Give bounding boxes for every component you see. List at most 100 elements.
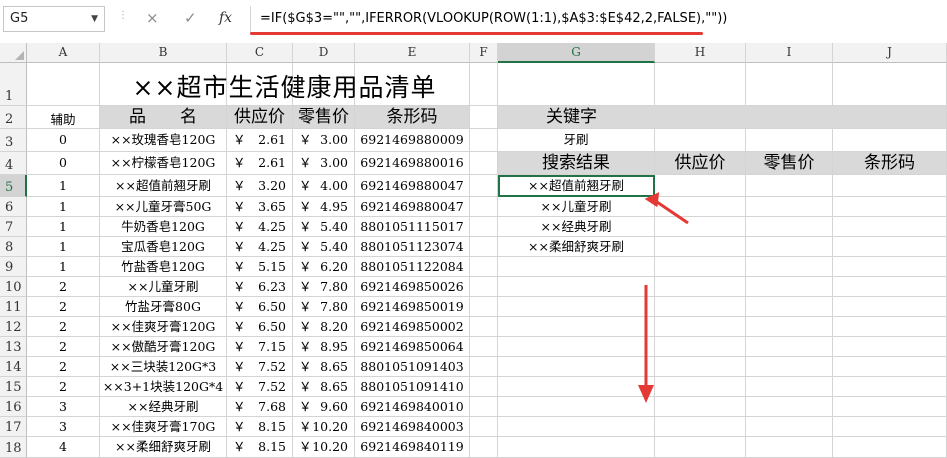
product-name-cell[interactable]: ××三块装120G*3 bbox=[100, 357, 227, 377]
supply-price-cell[interactable]: ￥ 6.50 bbox=[227, 317, 293, 337]
grid-cell[interactable] bbox=[833, 197, 947, 217]
row-header[interactable]: 11 bbox=[0, 297, 27, 317]
retail-price-cell[interactable]: ￥ 3.00 bbox=[293, 152, 355, 175]
grid-cell[interactable] bbox=[746, 175, 833, 197]
retail-price-cell[interactable]: ￥ 4.00 bbox=[293, 175, 355, 197]
header-name[interactable]: 品 名 bbox=[100, 106, 227, 129]
retail-price-cell[interactable]: ￥ 8.65 bbox=[293, 357, 355, 377]
barcode-cell[interactable]: 6921469850064 bbox=[355, 337, 470, 357]
grid-cell[interactable] bbox=[655, 357, 746, 377]
barcode-cell[interactable]: 8801051091410 bbox=[355, 377, 470, 397]
row-header[interactable]: 18 bbox=[0, 437, 27, 458]
row-header[interactable]: 13 bbox=[0, 337, 27, 357]
barcode-cell[interactable]: 6921469850002 bbox=[355, 317, 470, 337]
header-barcode[interactable]: 条形码 bbox=[355, 106, 470, 129]
grid-cell[interactable] bbox=[833, 175, 947, 197]
aux-cell[interactable]: 1 bbox=[27, 217, 100, 237]
grid-cell[interactable] bbox=[833, 237, 947, 257]
grid-cell[interactable] bbox=[655, 237, 746, 257]
aux-cell[interactable]: 3 bbox=[27, 397, 100, 417]
supply-price-cell[interactable]: ￥ 6.50 bbox=[227, 297, 293, 317]
grid-cell[interactable] bbox=[498, 317, 655, 337]
grid-cell[interactable] bbox=[498, 437, 655, 458]
row-header[interactable]: 8 bbox=[0, 237, 27, 257]
grid-cell[interactable] bbox=[498, 277, 655, 297]
column-header[interactable]: B bbox=[100, 43, 227, 63]
row-header[interactable]: 3 bbox=[0, 129, 27, 152]
grip-icon[interactable]: ⋮ bbox=[118, 11, 128, 28]
grid-cell[interactable] bbox=[655, 277, 746, 297]
column-header[interactable]: F bbox=[470, 43, 498, 63]
aux-cell[interactable]: 1 bbox=[27, 257, 100, 277]
grid-cell[interactable] bbox=[746, 197, 833, 217]
product-name-cell[interactable]: ××柔细舒爽牙刷 bbox=[100, 437, 227, 458]
grid-cell[interactable] bbox=[498, 417, 655, 437]
header-aux[interactable]: 辅助 bbox=[27, 106, 100, 129]
grid-cell[interactable] bbox=[655, 257, 746, 277]
header-supply[interactable]: 供应价 bbox=[227, 106, 293, 129]
product-name-cell[interactable]: 竹盐香皂120G bbox=[100, 257, 227, 277]
barcode-cell[interactable]: 8801051115017 bbox=[355, 217, 470, 237]
grid-cell[interactable] bbox=[833, 437, 947, 458]
aux-cell[interactable]: 2 bbox=[27, 317, 100, 337]
grid-cell[interactable] bbox=[833, 297, 947, 317]
supply-price-cell[interactable]: ￥ 7.52 bbox=[227, 357, 293, 377]
grid-cell[interactable] bbox=[746, 129, 833, 152]
grid-cell[interactable] bbox=[833, 337, 947, 357]
grid-cell[interactable] bbox=[655, 437, 746, 458]
grid-cell[interactable] bbox=[655, 63, 746, 106]
grid-cell[interactable] bbox=[746, 397, 833, 417]
formula-input[interactable]: =IF($G$3="","",IFERROR(VLOOKUP(ROW(1:1),… bbox=[250, 6, 947, 34]
grid-cell[interactable] bbox=[655, 129, 746, 152]
supply-price-cell[interactable]: ￥ 2.61 bbox=[227, 129, 293, 152]
supply-price-cell[interactable]: ￥ 3.20 bbox=[227, 175, 293, 197]
supply-price-cell[interactable]: ￥ 8.15 bbox=[227, 417, 293, 437]
result-retail-header[interactable]: 零售价 bbox=[746, 152, 833, 175]
column-header[interactable]: I bbox=[746, 43, 833, 63]
grid-cell[interactable] bbox=[833, 397, 947, 417]
grid-cell[interactable] bbox=[746, 417, 833, 437]
product-name-cell[interactable]: ××玫瑰香皂120G bbox=[100, 129, 227, 152]
aux-cell[interactable]: 2 bbox=[27, 277, 100, 297]
row-header[interactable]: 15 bbox=[0, 377, 27, 397]
grid-cell[interactable] bbox=[833, 217, 947, 237]
barcode-cell[interactable]: 6921469880009 bbox=[355, 129, 470, 152]
grid-cell[interactable] bbox=[470, 197, 498, 217]
retail-price-cell[interactable]: ￥ 10.20 bbox=[293, 437, 355, 458]
grid-cell[interactable] bbox=[655, 377, 746, 397]
retail-price-cell[interactable]: ￥ 7.80 bbox=[293, 297, 355, 317]
grid-cell[interactable] bbox=[27, 63, 100, 106]
select-all-corner[interactable] bbox=[0, 43, 27, 63]
search-result-cell[interactable]: ××儿童牙刷 bbox=[498, 197, 655, 217]
barcode-cell[interactable]: 8801051091403 bbox=[355, 357, 470, 377]
grid-cell[interactable] bbox=[746, 257, 833, 277]
chevron-down-icon[interactable]: ▼ bbox=[91, 7, 98, 31]
grid-cell[interactable] bbox=[833, 277, 947, 297]
grid-cell[interactable] bbox=[746, 297, 833, 317]
row-header[interactable]: 14 bbox=[0, 357, 27, 377]
aux-cell[interactable]: 0 bbox=[27, 129, 100, 152]
row-header[interactable]: 12 bbox=[0, 317, 27, 337]
grid-cell[interactable] bbox=[498, 297, 655, 317]
aux-cell[interactable]: 1 bbox=[27, 175, 100, 197]
retail-price-cell[interactable]: ￥ 10.20 bbox=[293, 417, 355, 437]
grid-cell[interactable] bbox=[498, 377, 655, 397]
grid-cell[interactable] bbox=[470, 217, 498, 237]
barcode-cell[interactable]: 6921469880047 bbox=[355, 197, 470, 217]
product-name-cell[interactable]: ××柠檬香皂120G bbox=[100, 152, 227, 175]
barcode-cell[interactable]: 6921469850019 bbox=[355, 297, 470, 317]
grid-cell[interactable] bbox=[833, 377, 947, 397]
grid-cell[interactable] bbox=[746, 63, 833, 106]
aux-cell[interactable]: 1 bbox=[27, 197, 100, 217]
cancel-icon[interactable]: × bbox=[146, 9, 159, 27]
product-name-cell[interactable]: ××佳爽牙膏120G bbox=[100, 317, 227, 337]
grid-cell[interactable] bbox=[470, 106, 498, 129]
grid-cell[interactable] bbox=[833, 357, 947, 377]
grid-cell[interactable] bbox=[498, 337, 655, 357]
grid-cell[interactable] bbox=[833, 417, 947, 437]
grid-cell[interactable] bbox=[746, 357, 833, 377]
column-header[interactable]: J bbox=[833, 43, 947, 63]
row-header[interactable]: 6 bbox=[0, 197, 27, 217]
barcode-cell[interactable]: 6921469880047 bbox=[355, 175, 470, 197]
supply-price-cell[interactable]: ￥ 3.65 bbox=[227, 197, 293, 217]
